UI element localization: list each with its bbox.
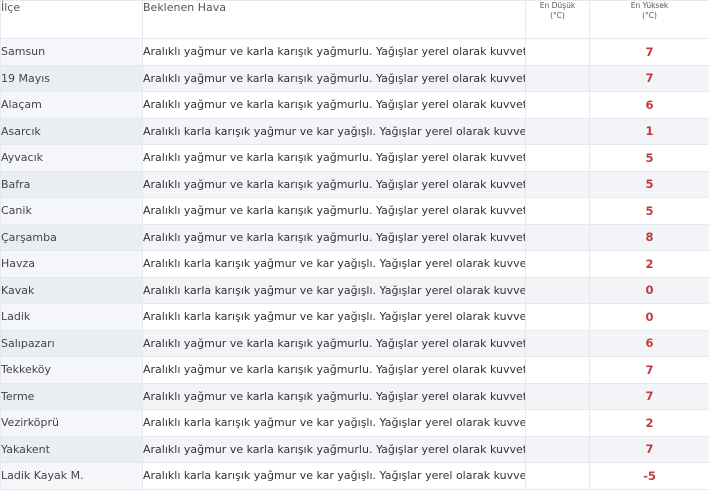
district-cell: Bafra: [0, 170, 143, 198]
weather-cell: Aralıklı karla karışık yağmur ve kar yağ…: [142, 250, 526, 278]
district-cell: Asarcık: [0, 117, 143, 145]
district-cell: Ladik: [0, 303, 143, 331]
district-cell: 19 Mayıs: [0, 64, 143, 92]
district-cell: Yakakent: [0, 435, 143, 463]
forecast-table-header: İlçe Beklenen Hava En Düşük (°C) En Yüks…: [0, 0, 709, 39]
table-row: Bafra Aralıklı yağmur ve karla karışık ya…: [0, 170, 709, 198]
table-row: Çarşamba Aralıklı yağmur ve karla karışık…: [0, 223, 709, 251]
weather-cell: Aralıklı karla karışık yağmur ve kar yağ…: [142, 303, 526, 331]
min-temp-cell: [525, 91, 590, 119]
weather-cell: Aralıklı yağmur ve karla karışık yağmurl…: [142, 197, 526, 225]
district-cell: Çarşamba: [0, 223, 143, 251]
max-temp-cell: 2: [589, 409, 709, 437]
min-temp-cell: [525, 144, 590, 172]
table-row: Alaçam Aralıklı yağmur ve karla karışık y…: [0, 91, 709, 119]
min-temp-cell: [525, 382, 590, 410]
min-temp-header-label: En Düşük: [539, 1, 576, 11]
min-temp-cell: [525, 435, 590, 463]
table-row: Havza Aralıklı karla karışık yağmur ve ka…: [0, 250, 709, 278]
table-row: Tekkeköy Aralıklı yağmur ve karla karışık…: [0, 356, 709, 384]
max-temp-header-unit: (°C): [642, 11, 657, 20]
min-temp-cell: [525, 38, 590, 66]
district-cell: Kavak: [0, 276, 143, 304]
max-temp-cell: -5: [589, 462, 709, 490]
table-row: Vezirköprü Aralıklı karla karışık yağmur …: [0, 409, 709, 437]
weather-cell: Aralıklı yağmur ve karla karışık yağmurl…: [142, 91, 526, 119]
weather-cell: Aralıklı yağmur ve karla karışık yağmurl…: [142, 223, 526, 251]
max-temp-cell: 5: [589, 197, 709, 225]
district-cell: Canik: [0, 197, 143, 225]
min-temp-cell: [525, 117, 590, 145]
max-temp-cell: 0: [589, 276, 709, 304]
max-temp-column-header: En Yüksek (°C): [589, 0, 709, 39]
district-column-header: İlçe: [0, 0, 143, 39]
min-temp-cell: [525, 223, 590, 251]
table-row: Asarcık Aralıklı karla karışık yağmur ve …: [0, 117, 709, 145]
weather-cell: Aralıklı yağmur ve karla karışık yağmurl…: [142, 329, 526, 357]
max-temp-cell: 5: [589, 170, 709, 198]
district-cell: Ayvacık: [0, 144, 143, 172]
min-temp-header-unit: (°C): [550, 11, 565, 20]
forecast-table-body: Samsun Aralıklı yağmur ve karla karışık y…: [0, 38, 709, 490]
weather-cell: Aralıklı yağmur ve karla karışık yağmurl…: [142, 144, 526, 172]
max-temp-cell: 7: [589, 382, 709, 410]
weather-cell: Aralıklı yağmur ve karla karışık yağmurl…: [142, 64, 526, 92]
table-row: 19 Mayıs Aralıklı yağmur ve karla karışık…: [0, 64, 709, 92]
weather-column-header: Beklenen Hava: [142, 0, 526, 39]
weather-cell: Aralıklı karla karışık yağmur ve kar yağ…: [142, 117, 526, 145]
max-temp-header-label: En Yüksek: [630, 1, 669, 11]
table-row: Canik Aralıklı yağmur ve karla karışık ya…: [0, 197, 709, 225]
max-temp-cell: 6: [589, 91, 709, 119]
min-temp-cell: [525, 303, 590, 331]
min-temp-cell: [525, 64, 590, 92]
table-row: Kavak Aralıklı karla karışık yağmur ve ka…: [0, 276, 709, 304]
weather-cell: Aralıklı yağmur ve karla karışık yağmurl…: [142, 435, 526, 463]
max-temp-cell: 5: [589, 144, 709, 172]
table-row: Ladik Kayak M. Aralıklı karla karışık yağ…: [0, 462, 709, 490]
district-cell: Alaçam: [0, 91, 143, 119]
table-row: Ayvacık Aralıklı yağmur ve karla karışık …: [0, 144, 709, 172]
district-cell: Salıpazarı: [0, 329, 143, 357]
table-row: Salıpazarı Aralıklı yağmur ve karla karış…: [0, 329, 709, 357]
min-temp-cell: [525, 170, 590, 198]
min-temp-column-header: En Düşük (°C): [525, 0, 590, 39]
min-temp-cell: [525, 250, 590, 278]
district-cell: Terme: [0, 382, 143, 410]
district-cell: Tekkeköy: [0, 356, 143, 384]
min-temp-cell: [525, 276, 590, 304]
table-row: Yakakent Aralıklı yağmur ve karla karışık…: [0, 435, 709, 463]
weather-cell: Aralıklı yağmur ve karla karışık yağmurl…: [142, 38, 526, 66]
max-temp-cell: 6: [589, 329, 709, 357]
table-row: Samsun Aralıklı yağmur ve karla karışık y…: [0, 38, 709, 66]
min-temp-cell: [525, 409, 590, 437]
max-temp-cell: 1: [589, 117, 709, 145]
min-temp-cell: [525, 462, 590, 490]
table-row: Terme Aralıklı yağmur ve karla karışık ya…: [0, 382, 709, 410]
weather-cell: Aralıklı karla karışık yağmur ve kar yağ…: [142, 462, 526, 490]
weather-cell: Aralıklı yağmur ve karla karışık yağmurl…: [142, 356, 526, 384]
weather-cell: Aralıklı yağmur ve karla karışık yağmurl…: [142, 382, 526, 410]
weather-cell: Aralıklı yağmur ve karla karışık yağmurl…: [142, 170, 526, 198]
district-cell: Havza: [0, 250, 143, 278]
min-temp-cell: [525, 197, 590, 225]
max-temp-cell: 2: [589, 250, 709, 278]
max-temp-cell: 8: [589, 223, 709, 251]
header-row: İlçe Beklenen Hava En Düşük (°C) En Yüks…: [0, 0, 709, 39]
district-cell: Vezirköprü: [0, 409, 143, 437]
max-temp-cell: 7: [589, 356, 709, 384]
district-cell: Ladik Kayak M.: [0, 462, 143, 490]
max-temp-cell: 7: [589, 64, 709, 92]
min-temp-cell: [525, 329, 590, 357]
district-cell: Samsun: [0, 38, 143, 66]
table-row: Ladik Aralıklı karla karışık yağmur ve ka…: [0, 303, 709, 331]
min-temp-cell: [525, 356, 590, 384]
weather-cell: Aralıklı karla karışık yağmur ve kar yağ…: [142, 409, 526, 437]
max-temp-cell: 0: [589, 303, 709, 331]
forecast-table: İlçe Beklenen Hava En Düşük (°C) En Yüks…: [0, 0, 709, 490]
weather-cell: Aralıklı karla karışık yağmur ve kar yağ…: [142, 276, 526, 304]
max-temp-cell: 7: [589, 435, 709, 463]
max-temp-cell: 7: [589, 38, 709, 66]
